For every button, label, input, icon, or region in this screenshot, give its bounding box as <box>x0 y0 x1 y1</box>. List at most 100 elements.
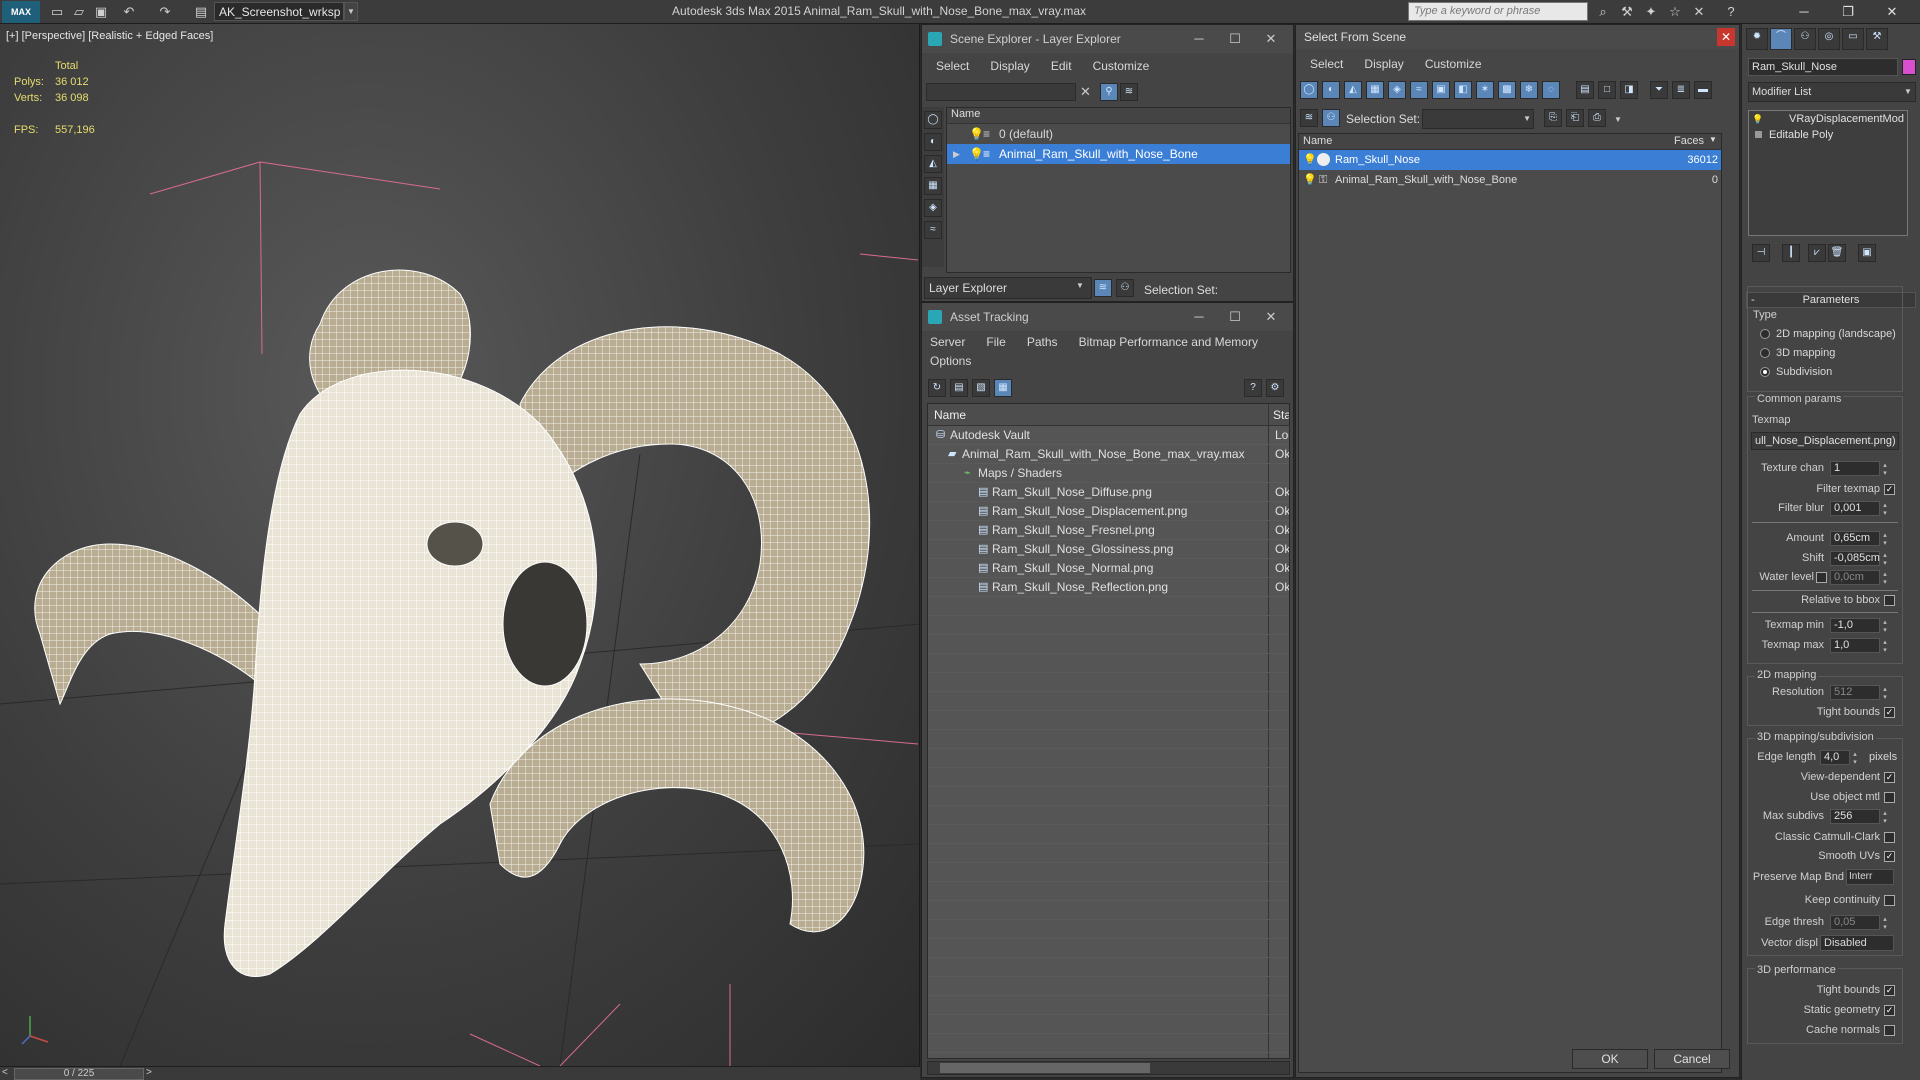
explorer-type-dropdown[interactable]: Layer Explorer <box>924 277 1092 299</box>
modifier-on-icon[interactable]: 💡 <box>1752 111 1763 127</box>
object-visibility-icon[interactable]: 💡 <box>1303 150 1317 170</box>
sfs-layer-mode-icon[interactable]: ≋ <box>1300 109 1318 127</box>
layer-filter-icon[interactable]: ≋ <box>1120 83 1138 101</box>
radio-subdivision-dot[interactable] <box>1760 367 1770 378</box>
scene-explorer-minimize-icon[interactable]: ─ <box>1181 25 1217 53</box>
select-from-scene-close-icon[interactable]: ✕ <box>1717 28 1735 46</box>
display-helpers-icon[interactable]: ◈ <box>924 199 942 217</box>
modifier-list-dropdown[interactable]: Modifier List <box>1748 82 1916 102</box>
configure-sets-icon[interactable]: ▣ <box>1858 244 1876 262</box>
asset-tracking-titlebar[interactable]: Asset Tracking ─ ☐ ✕ <box>922 303 1293 331</box>
pin-stack-icon[interactable]: ⊣ <box>1752 244 1770 262</box>
favorites-star-icon[interactable]: ☆ <box>1666 3 1684 21</box>
restore-button[interactable]: ❐ <box>1826 0 1870 24</box>
asset-col-name[interactable]: Name <box>934 408 966 422</box>
clear-search-icon[interactable]: ✕ <box>1080 84 1091 100</box>
stack-item-vraydisplacement[interactable]: 💡 VRayDisplacementMod <box>1749 111 1907 127</box>
remove-selection-set-icon[interactable]: ⎙ <box>1588 109 1606 127</box>
filter-containers-icon[interactable]: ▩ <box>1498 81 1516 99</box>
explorer-dropdown-arrow-icon[interactable]: ▼ <box>1076 281 1084 290</box>
filter-groups-icon[interactable]: ▣ <box>1432 81 1450 99</box>
thumbnail-view-icon[interactable]: ▧ <box>972 379 990 397</box>
sfs-row-ram-skull-group[interactable]: 💡 ⚿ Animal_Ram_Skull_with_Nose_Bone 0 <box>1299 170 1721 190</box>
asset-minimize-icon[interactable]: ─ <box>1181 303 1217 331</box>
asset-row[interactable]: ▰ Animal_Ram_Skull_with_Nose_Bone_max_vra… <box>928 445 1289 464</box>
menu-edit[interactable]: Edit <box>1051 59 1072 73</box>
open-file-icon[interactable]: ▱ <box>70 3 88 21</box>
display-geometry-icon[interactable]: ◯ <box>924 111 942 129</box>
keep-continuity-checkbox[interactable] <box>1884 894 1895 906</box>
radio-subdivision[interactable]: Subdivision <box>1760 366 1832 378</box>
sfs-hierarchy-mode-icon[interactable]: ⚇ <box>1322 109 1340 127</box>
amount-spinner[interactable]: 0,65cm <box>1830 531 1891 547</box>
object-color-swatch[interactable] <box>1902 59 1916 75</box>
menu-bitmap-performance[interactable]: Bitmap Performance and Memory <box>1079 335 1258 349</box>
hierarchy-mode-icon[interactable]: ⚇ <box>1116 279 1134 297</box>
sfs-sort-arrow-icon[interactable]: ▼ <box>1709 135 1717 144</box>
texture-chan-spinner[interactable]: 1 <box>1830 461 1891 477</box>
collapse-icon[interactable]: ▬ <box>1694 81 1712 99</box>
scene-explorer-close-icon[interactable]: ✕ <box>1253 25 1289 53</box>
asset-row[interactable]: ▤ Ram_Skull_Nose_Displacement.png Ok <box>928 502 1289 521</box>
asset-col-status[interactable]: Stat <box>1273 408 1289 422</box>
filter-xrefs-icon[interactable]: ◧ <box>1454 81 1472 99</box>
object-name-field[interactable]: Ram_Skull_Nose <box>1748 58 1898 76</box>
asset-help-icon[interactable]: ? <box>1244 379 1262 397</box>
edge-thresh-spinner[interactable]: 0,05 <box>1830 915 1891 931</box>
smooth-uvs-checkbox[interactable]: ✓ <box>1884 850 1895 862</box>
refresh-icon[interactable]: ↻ <box>928 379 946 397</box>
display-tab-icon[interactable]: ▭ <box>1842 28 1864 50</box>
menu-server[interactable]: Server <box>930 335 965 349</box>
sfs-menu-customize[interactable]: Customize <box>1425 57 1482 71</box>
remove-modifier-icon[interactable]: 🗑 <box>1828 244 1846 262</box>
asset-maximize-icon[interactable]: ☐ <box>1217 303 1253 331</box>
tight-bounds-checkbox[interactable]: ✓ <box>1884 706 1895 718</box>
filter-helpers-icon[interactable]: ◈ <box>1388 81 1406 99</box>
radio-3d-mapping[interactable]: 3D mapping <box>1760 347 1835 359</box>
edit-named-sets-icon[interactable]: ⎘ <box>1544 109 1562 127</box>
close-button[interactable]: ✕ <box>1870 0 1914 24</box>
texmap-max-spinner[interactable]: 1,0 <box>1830 638 1891 654</box>
display-cameras-icon[interactable]: ▦ <box>924 177 942 195</box>
stack-item-editable-poly[interactable]: Editable Poly <box>1749 127 1907 143</box>
select-from-scene-titlebar[interactable]: Select From Scene ✕ <box>1296 25 1739 49</box>
select-invert-icon[interactable]: ◨ <box>1620 81 1638 99</box>
radio-2d-mapping[interactable]: 2D mapping (landscape) <box>1760 328 1896 340</box>
select-all-icon[interactable]: ▤ <box>1576 81 1594 99</box>
app-logo[interactable]: MAX <box>2 1 40 23</box>
filter-icon[interactable]: ⚲ <box>1100 83 1118 101</box>
minimize-button[interactable]: ─ <box>1782 0 1826 24</box>
menu-file[interactable]: File <box>986 335 1005 349</box>
sfs-col-faces[interactable]: Faces <box>1674 135 1704 147</box>
motion-tab-icon[interactable]: ◎ <box>1818 28 1840 50</box>
vector-displ-dropdown[interactable]: Disabled <box>1820 935 1894 951</box>
show-end-result-icon[interactable]: ┃ <box>1782 244 1800 262</box>
filter-bones-icon[interactable]: ✶ <box>1476 81 1494 99</box>
menu-customize[interactable]: Customize <box>1093 59 1150 73</box>
display-shapes-icon[interactable]: ◐ <box>924 133 942 151</box>
filter-spacewarps-icon[interactable]: ≈ <box>1410 81 1428 99</box>
layer-visibility-icon[interactable]: 💡 <box>969 144 984 164</box>
layer-explorer-mode-icon[interactable]: ≋ <box>1094 279 1112 297</box>
water-level-checkbox[interactable] <box>1816 571 1827 583</box>
asset-row[interactable]: ⌁ Maps / Shaders <box>928 464 1289 483</box>
display-lights-icon[interactable]: ◭ <box>924 155 942 173</box>
perspective-viewport[interactable]: [+] [Perspective] [Realistic + Edged Fac… <box>0 24 920 1066</box>
help-icon[interactable]: ? <box>1722 3 1740 21</box>
asset-row[interactable]: ▤ Ram_Skull_Nose_Diffuse.png Ok <box>928 483 1289 502</box>
search-input[interactable]: Type a keyword or phrase <box>1408 2 1588 21</box>
relative-bbox-checkbox[interactable] <box>1884 594 1895 606</box>
sfs-more-arrow-icon[interactable]: ▼ <box>1614 115 1622 124</box>
time-slider-thumb[interactable]: 0 / 225 <box>14 1068 144 1080</box>
ok-button[interactable]: OK <box>1572 1049 1648 1069</box>
filter-shapes-icon[interactable]: ◐ <box>1322 81 1340 99</box>
radio-2d-mapping-dot[interactable] <box>1760 329 1770 340</box>
project-folder-icon[interactable]: ▤ <box>192 3 210 21</box>
asset-close-icon[interactable]: ✕ <box>1253 303 1289 331</box>
filter-frozen-icon[interactable]: ❄ <box>1520 81 1538 99</box>
use-object-mtl-checkbox[interactable] <box>1884 791 1895 803</box>
layer-visibility-icon[interactable]: 💡 <box>969 124 984 144</box>
asset-row[interactable]: ▤ Ram_Skull_Nose_Normal.png Ok <box>928 559 1289 578</box>
max-subdivs-spinner[interactable]: 256 <box>1830 809 1891 825</box>
expand-arrow-icon[interactable]: ▶ <box>953 144 960 164</box>
